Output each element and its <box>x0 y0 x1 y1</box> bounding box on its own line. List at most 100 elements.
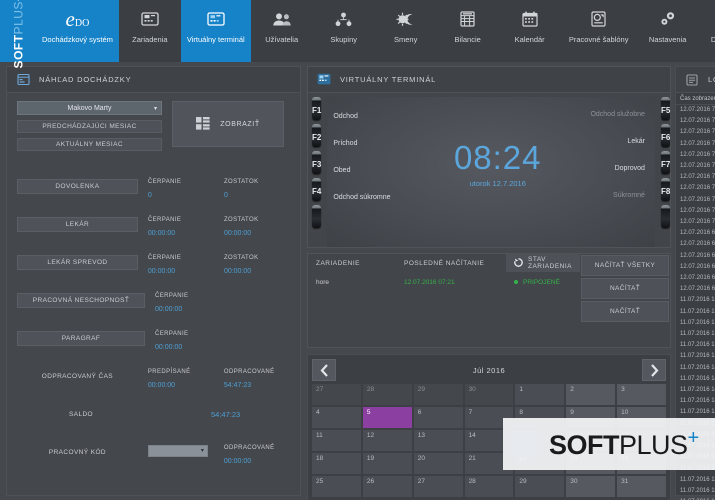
list-item[interactable]: 12.07.2016 6:49 <box>680 228 715 239</box>
fkey-f2-button[interactable]: F2 <box>312 124 321 147</box>
calendar-day[interactable]: 27 <box>414 476 463 497</box>
fkey-f7-button[interactable]: F7 <box>661 151 670 174</box>
fkey-f1-button[interactable]: F1 <box>312 97 321 120</box>
calendar-day[interactable]: 2 <box>566 384 615 405</box>
list-item[interactable]: 12.07.2016 7:05 <box>680 195 715 206</box>
calendar-day[interactable]: 26 <box>363 476 412 497</box>
pracovna-neschopnost-button[interactable]: PRACOVNÁ NESCHOPNOSŤ <box>17 293 145 308</box>
list-item[interactable]: 12.07.2016 7:23 <box>680 116 715 127</box>
list-item[interactable]: 11.07.2016 15:44 <box>680 318 715 329</box>
list-item[interactable]: 12.07.2016 6:45 <box>680 284 715 295</box>
list-item[interactable]: 12.07.2016 7:22 <box>680 139 715 150</box>
toolbar-label: Zariadenia <box>132 35 167 44</box>
list-item[interactable]: 12.07.2016 7:07 <box>680 183 715 194</box>
toolbar-item-nastavenia[interactable]: Nastavenia <box>637 0 699 62</box>
fkey-f5-button[interactable]: F5 <box>661 97 670 120</box>
calendar-day[interactable]: 25 <box>312 476 361 497</box>
fkey-f8-button[interactable]: F8 <box>661 178 670 201</box>
toolbar-item-smeny[interactable]: Smeny <box>375 0 437 62</box>
list-item[interactable]: 11.07.2016 14:41 <box>680 374 715 385</box>
terminal-label-odchod: Odchod <box>327 103 447 130</box>
read-all-button[interactable]: NAČÍTAŤ VŠETKY <box>581 255 669 276</box>
read-button-2[interactable]: NAČÍTAŤ <box>581 301 669 322</box>
list-item[interactable]: 12.07.2016 7:13 <box>680 150 715 161</box>
calendar-day[interactable]: 29 <box>515 476 564 497</box>
show-button[interactable]: ZOBRAZIŤ <box>172 101 284 147</box>
list-item[interactable]: 11.07.2016 14:33 <box>680 385 715 396</box>
list-item[interactable]: 11.07.2016 15:22 <box>680 340 715 351</box>
table-row[interactable]: hore 12.07.2016 07:21 PRIPOJENÉ <box>308 272 580 292</box>
fkey-f6-button[interactable]: F6 <box>661 124 670 147</box>
col-zariadenie: ZARIADENIE <box>308 254 396 272</box>
toolbar-item-bilancie[interactable]: Bilancie <box>437 0 499 62</box>
current-month-button[interactable]: AKTUÁLNY MESIAC <box>17 138 162 151</box>
calendar-day[interactable]: 1 <box>515 384 564 405</box>
toolbar-item-zariadenia[interactable]: Zariadenia <box>119 0 181 62</box>
calendar-day[interactable]: 27 <box>312 384 361 405</box>
lekar-zostatok: ZOSTATOK 00:00:00 <box>224 217 290 237</box>
log-icon <box>684 72 700 88</box>
calendar-day[interactable]: 6 <box>414 407 463 428</box>
fkey-f3-button[interactable]: F3 <box>312 151 321 174</box>
list-item[interactable]: 11.07.2016 11:12 <box>680 475 715 486</box>
calendar-day[interactable]: 29 <box>414 384 463 405</box>
stat-value: 00:00:00 <box>224 230 290 237</box>
toolbar-item-dochadzkovy-system[interactable]: eDO Dochádzkový systém <box>36 0 119 62</box>
calendar-day[interactable]: 18 <box>312 453 361 474</box>
list-item[interactable]: 12.07.2016 6:48 <box>680 273 715 284</box>
list-item[interactable]: 12.07.2016 6:50 <box>680 262 715 273</box>
calendar-day[interactable]: 4 <box>312 407 361 428</box>
toolbar-item-skupiny[interactable]: Skupiny <box>313 0 375 62</box>
list-item[interactable]: 12.07.2016 6:54 <box>680 251 715 262</box>
calendar-day[interactable]: 28 <box>465 476 514 497</box>
calendar-day[interactable]: 31 <box>617 476 666 497</box>
toolbar-item-uzivatelia[interactable]: Užívatelia <box>251 0 313 62</box>
list-item[interactable]: 12.07.2016 7:22 <box>680 127 715 138</box>
calendar-day-selected[interactable]: 5 <box>363 407 412 428</box>
calendar-day[interactable]: 12 <box>363 430 412 451</box>
list-item[interactable]: 11.07.2016 13:58 <box>680 407 715 418</box>
calendar-day[interactable]: 30 <box>465 384 514 405</box>
list-item[interactable]: 11.07.2016 15:30 <box>680 329 715 340</box>
calendar-day[interactable]: 19 <box>363 453 412 474</box>
calendar-day[interactable]: 3 <box>617 384 666 405</box>
work-code-select-cell: ▾ <box>148 445 214 457</box>
list-item[interactable]: 11.07.2016 15:10 <box>680 351 715 362</box>
toolbar-item-dochadzka[interactable]: Dochádzka <box>699 0 715 62</box>
col-stav-zariadenia[interactable]: STAV ZARIADENIA <box>506 254 580 272</box>
toolbar-item-pracovne-sablony[interactable]: Pracovné šablóny <box>561 0 637 62</box>
list-item[interactable]: 12.07.2016 7:05 <box>680 206 715 217</box>
read-button-1[interactable]: NAČÍTAŤ <box>581 278 669 299</box>
list-item[interactable]: 11.07.2016 14:55 <box>680 363 715 374</box>
fkey-f4-button[interactable]: F4 <box>312 178 321 201</box>
prev-month-button[interactable]: PREDCHÁDZAJÚCI MESIAC <box>17 120 162 133</box>
list-item[interactable]: 11.07.2016 11:02 <box>680 486 715 497</box>
toolbar-item-virtualny-terminal[interactable]: Virtuálny terminál <box>181 0 251 62</box>
calendar-prev-button[interactable] <box>312 359 336 381</box>
list-item[interactable]: 12.07.2016 7:10 <box>680 161 715 172</box>
list-item[interactable]: 12.07.2016 7:02 <box>680 217 715 228</box>
list-item[interactable]: 12.07.2016 6:46 <box>680 239 715 250</box>
lekar-sprevod-button[interactable]: LEKÁR SPREVOD <box>17 255 138 270</box>
fkey-blank-left-button[interactable] <box>312 205 321 228</box>
calendar-day[interactable]: 11 <box>312 430 361 451</box>
stat-caption: ČERPANIE <box>148 255 214 261</box>
list-item[interactable]: 11.07.2016 15:58 <box>680 307 715 318</box>
list-item[interactable]: 11.07.2016 14:20 <box>680 396 715 407</box>
work-code-select[interactable]: ▾ <box>148 445 208 457</box>
calendar-day[interactable]: 13 <box>414 430 463 451</box>
list-item[interactable]: 12.07.2016 7:07 <box>680 172 715 183</box>
fkey-blank-right-button[interactable] <box>661 205 670 228</box>
lekar-button[interactable]: LEKÁR <box>17 217 138 232</box>
calendar-day[interactable]: 20 <box>414 453 463 474</box>
dovolenka-button[interactable]: DOVOLENKA <box>17 179 138 194</box>
paragraf-button[interactable]: PARAGRAF <box>17 331 145 346</box>
calendar-day[interactable]: 30 <box>566 476 615 497</box>
calendar-next-button[interactable] <box>642 359 666 381</box>
toolbar-item-kalendar[interactable]: Kalendár <box>499 0 561 62</box>
list-item[interactable]: 11.07.2016 16:10 <box>680 295 715 306</box>
calendar-day[interactable]: 28 <box>363 384 412 405</box>
attendance-body: Makovo Marty ▾ PREDCHÁDZAJÚCI MESIAC AKT… <box>7 93 300 491</box>
employee-select[interactable]: Makovo Marty ▾ <box>17 101 162 115</box>
list-item[interactable]: 12.07.2016 7:24 <box>680 105 715 116</box>
